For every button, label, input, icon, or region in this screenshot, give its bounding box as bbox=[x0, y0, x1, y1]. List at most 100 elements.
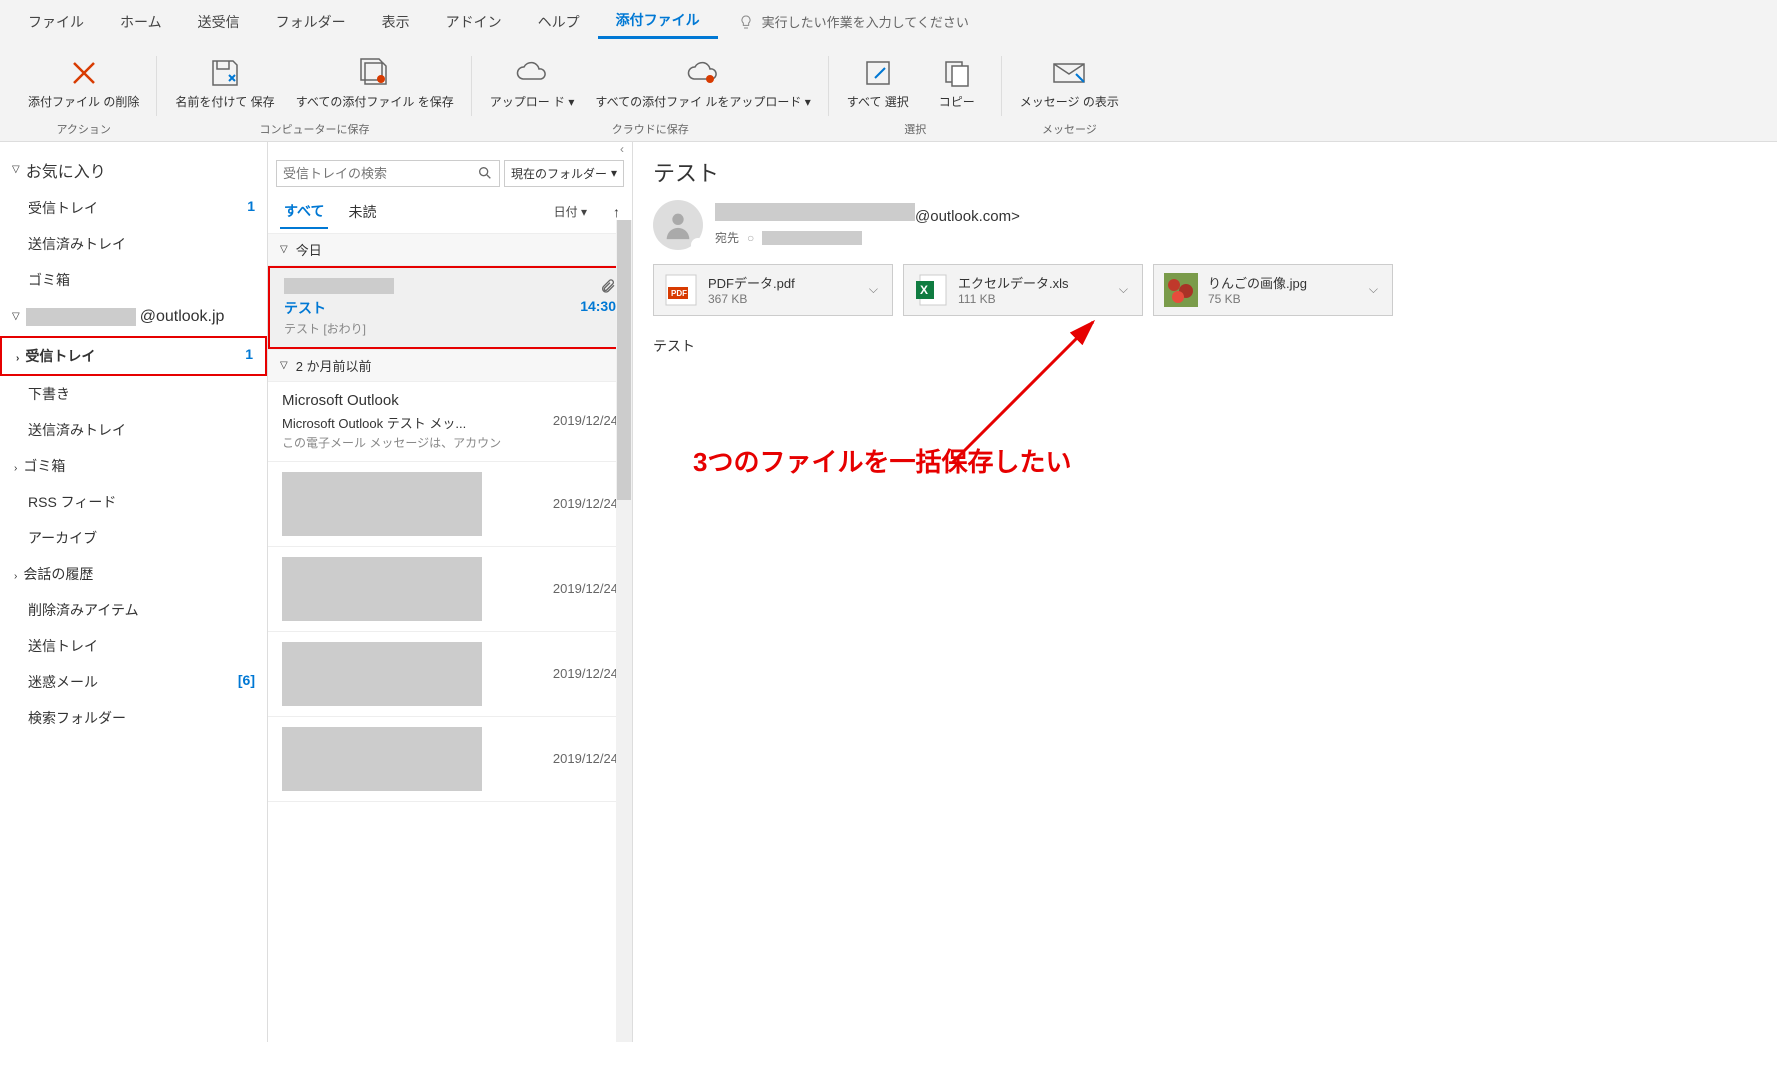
fav-sent[interactable]: 送信済みトレイ bbox=[0, 226, 267, 262]
menu-view[interactable]: 表示 bbox=[364, 6, 428, 38]
message-date: 2019/12/24 bbox=[492, 496, 618, 511]
folder-drafts[interactable]: 下書き bbox=[0, 376, 267, 412]
ribbon-group-label: メッセージ bbox=[1042, 115, 1097, 141]
save-as-button[interactable]: 名前を付けて 保存 bbox=[167, 51, 282, 115]
delete-attachment-button[interactable]: 添付ファイル の削除 bbox=[20, 51, 147, 115]
ribbon: 添付ファイル の削除 アクション 名前を付けて 保存 すべての添付ファイル を保… bbox=[0, 43, 1777, 142]
message-item[interactable]: Microsoft Outlook Microsoft Outlook テスト … bbox=[268, 382, 632, 462]
reading-pane: テスト @outlook.com> 宛先○ PDF PDFデータ.pdf367 … bbox=[633, 142, 1777, 1042]
collapse-handle[interactable]: ‹ bbox=[268, 142, 632, 156]
account-header[interactable]: ▽ @outlook.jp bbox=[0, 298, 267, 336]
menu-file[interactable]: ファイル bbox=[10, 6, 102, 38]
folder-junk[interactable]: 迷惑メール[6] bbox=[0, 664, 267, 700]
menu-attachments[interactable]: 添付ファイル bbox=[598, 4, 718, 39]
folder-deleted[interactable]: 削除済みアイテム bbox=[0, 592, 267, 628]
folder-outbox[interactable]: 送信トレイ bbox=[0, 628, 267, 664]
search-scope-dropdown[interactable]: 現在のフォルダー▾ bbox=[504, 160, 624, 187]
show-message-button[interactable]: メッセージ の表示 bbox=[1012, 51, 1127, 115]
person-icon bbox=[661, 208, 695, 242]
image-thumbnail-icon bbox=[1164, 273, 1198, 307]
attachment-dropdown[interactable]: ⌵ bbox=[865, 282, 882, 297]
redacted-sender-name bbox=[715, 203, 915, 221]
attachment-size: 111 KB bbox=[958, 292, 1115, 306]
tell-me-search[interactable]: 実行したい作業を入力してください bbox=[738, 12, 969, 31]
attachment-dropdown[interactable]: ⌵ bbox=[1115, 282, 1132, 297]
attachment-xls[interactable]: X エクセルデータ.xls111 KB ⌵ bbox=[903, 264, 1143, 316]
ribbon-group-label: コンピューターに保存 bbox=[260, 115, 370, 141]
message-date: 2019/12/24 bbox=[492, 666, 618, 681]
attachment-name: PDFデータ.pdf bbox=[708, 273, 865, 292]
message-item-selected[interactable]: 2 テスト 14:30 テスト [おわり] bbox=[268, 266, 632, 349]
fav-trash[interactable]: ゴミ箱 bbox=[0, 262, 267, 298]
copy-button[interactable]: コピー bbox=[922, 51, 992, 115]
message-group-older[interactable]: ▽2 か月前以前 bbox=[268, 349, 632, 382]
lightbulb-icon bbox=[738, 14, 754, 30]
ribbon-group-label: アクション bbox=[56, 115, 110, 141]
avatar bbox=[653, 200, 703, 250]
ribbon-group-action: 添付ファイル の削除 アクション bbox=[10, 51, 157, 141]
redacted-thumbnail bbox=[282, 472, 482, 536]
sort-dropdown[interactable]: 日付 ▾ bbox=[554, 203, 587, 220]
menu-addin[interactable]: アドイン bbox=[428, 6, 520, 38]
scrollbar[interactable] bbox=[616, 220, 632, 1042]
message-item[interactable]: 2019/12/24 bbox=[268, 462, 632, 547]
ribbon-group-label: 選択 bbox=[904, 115, 926, 141]
ribbon-group-label: クラウドに保存 bbox=[612, 115, 689, 141]
chevron-down-icon: ▽ bbox=[280, 244, 288, 255]
message-preview: この電子メール メッセージは、アカウン bbox=[282, 434, 618, 451]
ribbon-group-select: すべて 選択 コピー 選択 bbox=[829, 51, 1002, 141]
search-icon[interactable] bbox=[477, 165, 493, 181]
menu-folder[interactable]: フォルダー bbox=[258, 6, 364, 38]
folder-rss[interactable]: RSS フィード bbox=[0, 484, 267, 520]
chevron-down-icon: ▽ bbox=[12, 311, 20, 322]
message-item[interactable]: 2019/12/24 bbox=[268, 632, 632, 717]
chevron-right-icon: › bbox=[14, 571, 17, 582]
upload-all-button[interactable]: すべての添付ファイ ルをアップロード ▾ bbox=[587, 51, 818, 115]
attachment-pdf[interactable]: PDF PDFデータ.pdf367 KB ⌵ bbox=[653, 264, 893, 316]
menu-sendreceive[interactable]: 送受信 bbox=[180, 6, 258, 38]
select-all-button[interactable]: すべて 選択 bbox=[839, 51, 917, 115]
x-icon bbox=[69, 58, 99, 88]
chevron-down-icon: ▾ bbox=[611, 166, 617, 180]
save-all-icon bbox=[359, 57, 391, 89]
menu-home[interactable]: ホーム bbox=[102, 6, 180, 38]
scrollbar-thumb[interactable] bbox=[617, 220, 631, 500]
message-item[interactable]: 2019/12/24 bbox=[268, 717, 632, 802]
folder-inbox[interactable]: ›受信トレイ1 bbox=[0, 336, 267, 376]
message-group-today[interactable]: ▽今日 bbox=[268, 233, 632, 266]
paperclip-icon bbox=[600, 278, 616, 294]
filter-tab-all[interactable]: すべて bbox=[280, 195, 328, 229]
chevron-right-icon: › bbox=[16, 353, 19, 364]
folder-search-folders[interactable]: 検索フォルダー bbox=[0, 700, 267, 736]
attachment-dropdown[interactable]: ⌵ bbox=[1365, 282, 1382, 297]
attachments-row: PDF PDFデータ.pdf367 KB ⌵ X エクセルデータ.xls111 … bbox=[653, 264, 1757, 316]
main-area: ▽ お気に入り 受信トレイ1 送信済みトレイ ゴミ箱 ▽ @outlook.jp… bbox=[0, 142, 1777, 1042]
redacted-account-name bbox=[26, 308, 136, 326]
fav-inbox[interactable]: 受信トレイ1 bbox=[0, 190, 267, 226]
message-date: 2019/12/24 bbox=[492, 751, 618, 766]
folder-conversation-history[interactable]: ›会話の履歴 bbox=[0, 556, 267, 592]
message-time: 14:30 bbox=[580, 298, 616, 318]
folder-archive[interactable]: アーカイブ bbox=[0, 520, 267, 556]
message-list-pane: ‹ 現在のフォルダー▾ すべて 未読 日付 ▾ ↑ ▽今日 2 テスト 14:3… bbox=[268, 142, 633, 1042]
save-all-button[interactable]: すべての添付ファイル を保存 bbox=[288, 51, 462, 115]
upload-button[interactable]: アップロー ド ▾ bbox=[482, 51, 583, 115]
attachment-image[interactable]: りんごの画像.jpg75 KB ⌵ bbox=[1153, 264, 1393, 316]
folder-sent[interactable]: 送信済みトレイ bbox=[0, 412, 267, 448]
cloud-upload-all-icon bbox=[686, 59, 720, 87]
sort-direction-button[interactable]: ↑ bbox=[613, 204, 620, 220]
message-date: 2019/12/24 bbox=[492, 581, 618, 596]
favorites-header[interactable]: ▽ お気に入り bbox=[0, 150, 267, 190]
redacted-thumbnail bbox=[282, 727, 482, 791]
ribbon-group-save-computer: 名前を付けて 保存 すべての添付ファイル を保存 コンピューターに保存 bbox=[157, 51, 471, 141]
menu-help[interactable]: ヘルプ bbox=[520, 6, 598, 38]
message-subject: Microsoft Outlook テスト メッ... bbox=[282, 413, 466, 432]
svg-text:PDF: PDF bbox=[671, 289, 687, 298]
reading-header: @outlook.com> 宛先○ bbox=[653, 200, 1757, 250]
message-item[interactable]: 2019/12/24 bbox=[268, 547, 632, 632]
attachment-name: エクセルデータ.xls bbox=[958, 273, 1115, 292]
search-input[interactable] bbox=[283, 166, 477, 181]
filter-tab-unread[interactable]: 未読 bbox=[344, 196, 380, 228]
folder-trash[interactable]: ›ゴミ箱 bbox=[0, 448, 267, 484]
copy-icon bbox=[942, 58, 972, 88]
